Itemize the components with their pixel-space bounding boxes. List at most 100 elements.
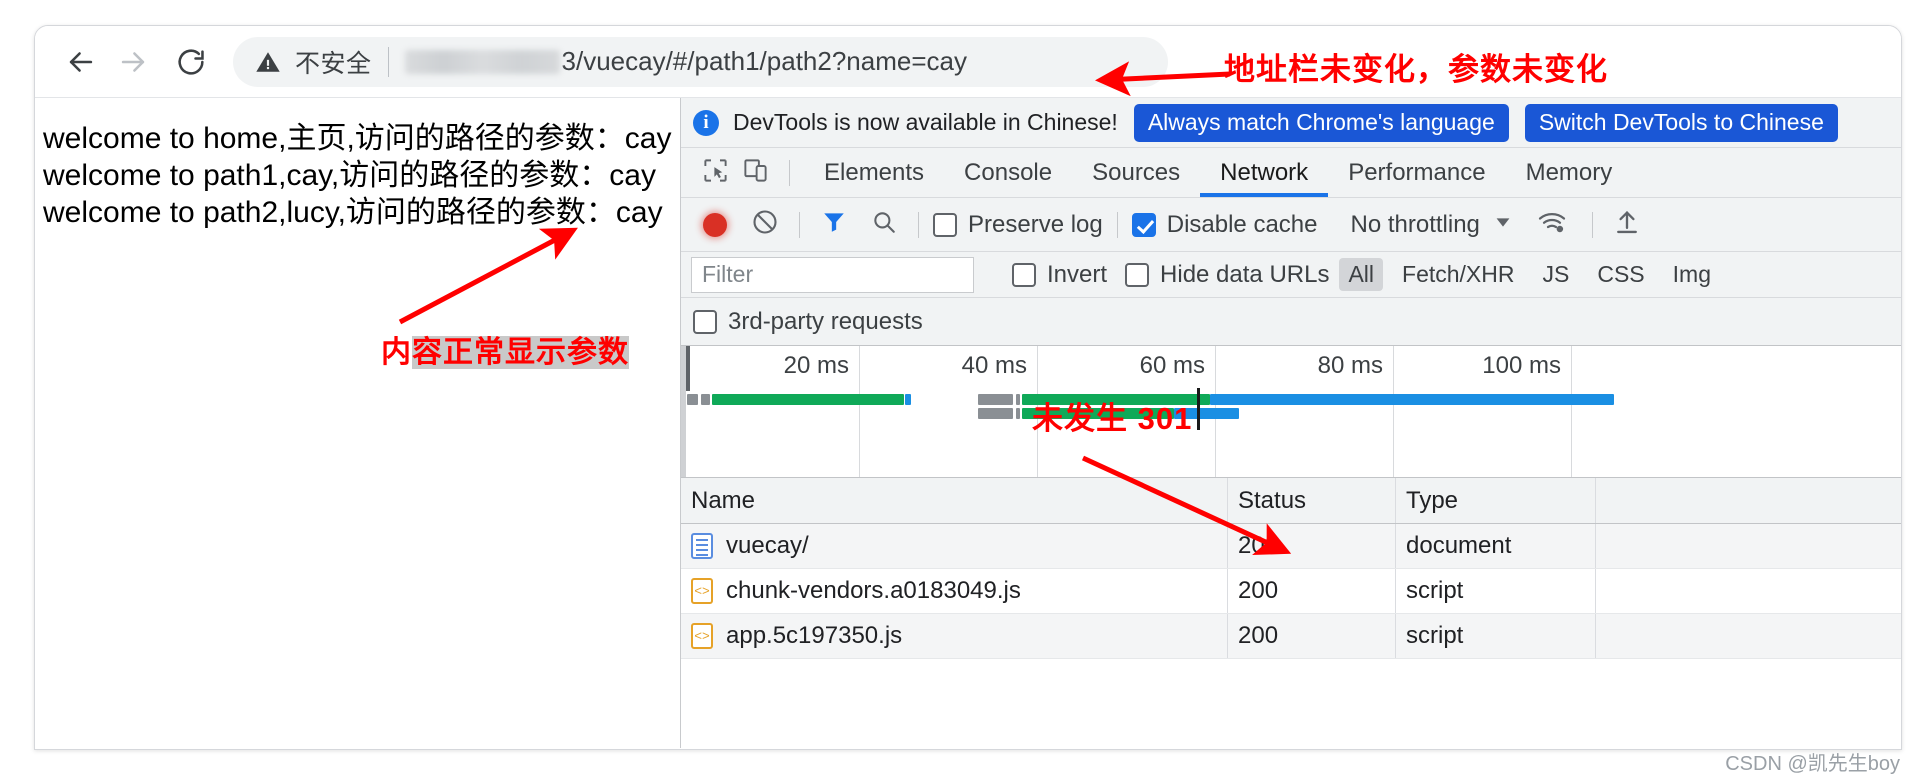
filter-type-img[interactable]: Img [1664, 258, 1720, 291]
filter-type-fetch-xhr[interactable]: Fetch/XHR [1393, 258, 1523, 291]
tab-network[interactable]: Network [1200, 148, 1329, 197]
overview-bar-segment [701, 394, 710, 405]
overview-bar-segment [978, 408, 1013, 419]
screenshot-root: 不安全 3/vuecay/#/path1/path2?name=cay welc… [0, 0, 1914, 780]
request-rest-cell [1596, 614, 1901, 658]
request-name-cell[interactable]: <> app.5c197350.js [681, 614, 1228, 658]
page-line-home: welcome to home,主页,访问的路径的参数：cay [43, 122, 672, 155]
annotation-arrow-301 [1081, 455, 1292, 556]
third-party-row: 3rd-party requests [681, 298, 1901, 346]
table-row[interactable]: <> chunk-vendors.a0183049.js 200 script [681, 569, 1901, 614]
switch-devtools-language-button[interactable]: Switch DevTools to Chinese [1524, 103, 1838, 142]
overview-gridline [1571, 346, 1572, 477]
toolbar-divider-2 [918, 211, 919, 238]
record-button-icon[interactable] [703, 212, 727, 237]
chevron-down-icon [1492, 211, 1514, 238]
device-toolbar-icon [742, 157, 769, 189]
search-icon [871, 209, 897, 240]
overview-bar-segment [1016, 394, 1020, 405]
devtools-language-banner: i DevTools is now available in Chinese! … [681, 98, 1901, 148]
disable-cache-checkbox[interactable] [1131, 212, 1156, 237]
tab-performance[interactable]: Performance [1328, 148, 1505, 197]
browser-window: 不安全 3/vuecay/#/path1/path2?name=cay welc… [34, 25, 1902, 750]
overview-bar-segment [687, 394, 698, 405]
request-rest-cell [1596, 524, 1901, 568]
search-button[interactable] [864, 205, 904, 245]
annotation-content-highlight: 容正常显示参数 [412, 336, 629, 369]
url-text: 3/vuecay/#/path1/path2?name=cay [561, 46, 967, 76]
tab-elements[interactable]: Elements [804, 148, 944, 197]
request-type-cell: document [1396, 524, 1596, 568]
overview-tick-100ms: 100 ms [1482, 352, 1561, 379]
annotation-no-301: 未发生 301 [1032, 401, 1193, 436]
address-bar[interactable]: 不安全 3/vuecay/#/path1/path2?name=cay [233, 36, 1168, 87]
import-har-icon [1613, 208, 1641, 241]
device-toolbar-button[interactable] [735, 153, 775, 193]
security-label: 不安全 [295, 49, 372, 78]
third-party-requests-checkbox[interactable] [693, 309, 717, 334]
column-header-spacer [1596, 478, 1901, 523]
throttling-select[interactable]: No throttling [1350, 211, 1479, 239]
network-filter-bar: Filter Invert Hide data URLs All Fetch/X… [681, 252, 1901, 298]
request-status-cell: 200 [1228, 569, 1396, 613]
request-status-cell: 200 [1228, 614, 1396, 658]
overview-bar-segment [1016, 408, 1020, 419]
toolbar-divider-4 [1591, 211, 1593, 238]
arrow-right-icon [116, 45, 150, 79]
reload-button[interactable] [165, 36, 217, 88]
preserve-log-label: Preserve log [968, 210, 1103, 238]
forward-button[interactable] [107, 36, 159, 88]
filter-type-js[interactable]: JS [1534, 258, 1579, 291]
web-page-pane: welcome to home,主页,访问的路径的参数：cay welcome … [35, 98, 681, 748]
tab-memory[interactable]: Memory [1506, 148, 1633, 197]
devtools-panel: i DevTools is now available in Chinese! … [681, 98, 1901, 748]
request-type-cell: script [1396, 614, 1596, 658]
annotation-arrow-content [398, 227, 578, 325]
overview-bar-segment [978, 394, 1013, 405]
annotation-content-params: 内容正常显示参数 [381, 327, 629, 371]
table-row[interactable]: <> app.5c197350.js 200 script [681, 614, 1901, 659]
browser-content: welcome to home,主页,访问的路径的参数：cay welcome … [35, 98, 1901, 748]
request-name-cell[interactable]: <> chunk-vendors.a0183049.js [681, 569, 1228, 613]
throttling-caret[interactable] [1480, 205, 1526, 245]
always-match-language-button[interactable]: Always match Chrome's language [1133, 103, 1509, 142]
column-header-type[interactable]: Type [1396, 478, 1596, 523]
tabbar-divider [789, 159, 790, 186]
tab-console[interactable]: Console [944, 148, 1072, 197]
filter-funnel-icon [821, 209, 847, 240]
watermark: CSDN @凯先生boy [1725, 753, 1900, 775]
network-conditions-button[interactable] [1526, 205, 1578, 245]
back-button[interactable] [55, 36, 107, 88]
third-party-requests-label: 3rd-party requests [728, 307, 923, 335]
overview-playhead [686, 346, 690, 391]
filter-type-all[interactable]: All [1339, 258, 1384, 291]
import-har-button[interactable] [1607, 205, 1647, 245]
invert-checkbox[interactable] [1012, 262, 1036, 287]
request-type-cell: script [1396, 569, 1596, 613]
script-file-icon: <> [691, 623, 713, 649]
preserve-log-checkbox[interactable] [933, 212, 957, 237]
filter-type-css[interactable]: CSS [1588, 258, 1653, 291]
inspect-element-button[interactable] [695, 153, 735, 193]
wifi-settings-icon [1537, 207, 1567, 242]
overview-tick-80ms: 80 ms [1317, 352, 1383, 379]
request-rest-cell [1596, 569, 1901, 613]
annotation-text-caret [1197, 388, 1200, 430]
overview-tick-40ms: 40 ms [961, 352, 1027, 379]
document-file-icon [691, 533, 713, 559]
omnibox-divider [387, 46, 389, 77]
annotation-content-prefix: 内 [381, 336, 412, 369]
overview-gridline [859, 346, 860, 477]
hide-data-urls-checkbox[interactable] [1125, 262, 1150, 287]
clear-network-log-button[interactable] [745, 205, 785, 245]
filter-input[interactable]: Filter [691, 256, 974, 293]
request-name-text: app.5c197350.js [726, 622, 903, 649]
network-toolbar: Preserve log Disable cache No throttling [681, 198, 1901, 252]
annotation-arrow-address [1095, 61, 1231, 97]
tab-sources[interactable]: Sources [1072, 148, 1200, 197]
annotation-address-bar: 地址栏未变化，参数未变化 [1224, 52, 1608, 87]
devtools-tab-bar: Elements Console Sources Network Perform… [681, 148, 1901, 198]
overview-bar-segment [905, 394, 911, 405]
filter-button[interactable] [814, 205, 854, 245]
toolbar-divider-3 [1116, 211, 1118, 238]
